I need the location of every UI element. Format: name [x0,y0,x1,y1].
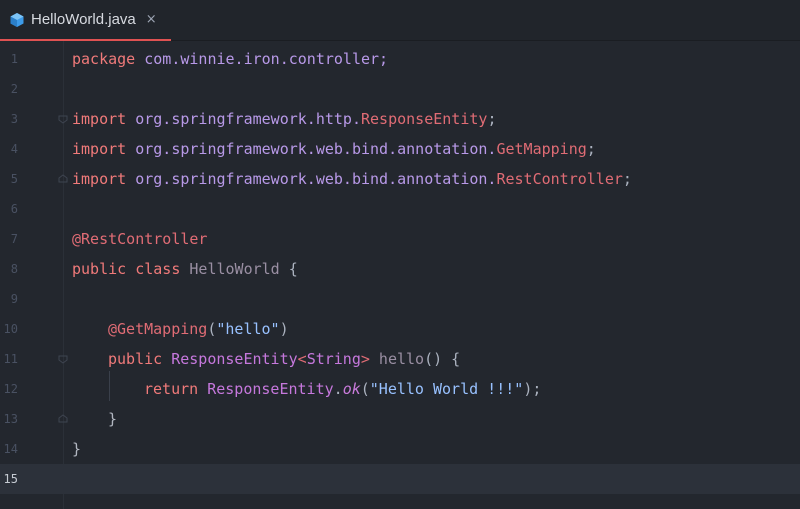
package-name: org.springframework.http. [126,110,361,128]
punctuation: > [360,350,370,368]
class-name: GetMapping [496,140,587,158]
fold-marker-icon[interactable] [57,413,69,425]
annotation: @GetMapping [108,320,208,338]
line-number: 8 [10,262,18,276]
line-number: 11 [3,352,18,366]
line-number: 5 [10,172,18,186]
punctuation: ; [586,140,596,158]
code-line: 2 [0,74,800,104]
code-line: 4 import org.springframework.web.bind.an… [0,134,800,164]
string-literal: "hello" [216,320,280,338]
punctuation: ); [523,380,542,398]
code-text: public class HelloWorld { [72,254,298,284]
code-text: return ResponseEntity.ok("Hello World !!… [144,374,541,404]
code-line: 11 public ResponseEntity<String> hello()… [0,344,800,374]
line-number: 3 [10,112,18,126]
type-name: String [306,350,361,368]
code-editor[interactable]: 1 package com.winnie.iron.controller; 2 … [0,41,800,509]
keyword: package [72,50,136,68]
code-text: import org.springframework.web.bind.anno… [72,134,596,164]
code-line: 8 public class HelloWorld { [0,254,800,284]
code-text: import org.springframework.http.Response… [72,104,496,134]
line-number: 15 [3,472,18,486]
line-number: 4 [10,142,18,156]
keyword: public [72,260,127,278]
code-line: 1 package com.winnie.iron.controller; [0,44,800,74]
code-line: 12 return ResponseEntity.ok("Hello World… [0,374,800,404]
keyword: class [126,260,181,278]
line-number: 14 [3,442,18,456]
fold-marker-icon[interactable] [57,353,69,365]
code-text: import org.springframework.web.bind.anno… [72,164,632,194]
line-number: 10 [3,322,18,336]
line-number: 13 [3,412,18,426]
code-text: } [72,434,81,464]
line-number: 6 [10,202,18,216]
string-literal: "Hello World !!!" [369,380,524,398]
editor-tab-bar: HelloWorld.java × [0,0,800,41]
fold-marker-icon[interactable] [57,113,69,125]
package-name: org.springframework.web.bind.annotation. [126,170,497,188]
code-line: 10 @GetMapping("hello") [0,314,800,344]
close-icon[interactable]: × [146,12,157,27]
tab-filename: HelloWorld.java [31,11,136,28]
closing-brace: } [108,410,118,428]
code-line: 5 import org.springframework.web.bind.an… [0,164,800,194]
annotation: @RestController [72,230,208,248]
current-line[interactable]: 15 [0,464,800,494]
type-name: ResponseEntity [162,350,298,368]
keyword: import [72,170,127,188]
class-name: RestController [496,170,623,188]
method-name: hello [369,350,425,368]
code-text: public ResponseEntity<String> hello() { [108,344,460,374]
package-name: com.winnie.iron.controller; [135,50,389,68]
class-name: HelloWorld [180,260,280,278]
punctuation: () { [424,350,461,368]
keyword: import [72,110,127,128]
tab-helloworld-java[interactable]: HelloWorld.java × [0,0,171,41]
punctuation: < [297,350,307,368]
code-line: 14 } [0,434,800,464]
punctuation: ; [622,170,632,188]
line-number: 1 [10,52,18,66]
code-text: package com.winnie.iron.controller; [72,44,388,74]
punctuation: { [279,260,298,278]
code-line: 3 import org.springframework.http.Respon… [0,104,800,134]
punctuation: ; [487,110,497,128]
line-number: 12 [3,382,18,396]
code-line: 7 @RestController [0,224,800,254]
punctuation: . [333,380,343,398]
punctuation: ( [360,380,370,398]
java-class-icon [10,12,24,27]
code-line: 13 } [0,404,800,434]
method-call: ok [342,380,361,398]
code-text: @GetMapping("hello") [108,314,289,344]
punctuation: ) [279,320,289,338]
line-number: 9 [10,292,18,306]
package-name: org.springframework.web.bind.annotation. [126,140,497,158]
code-text: } [108,404,117,434]
code-line: 9 [0,284,800,314]
class-name: ResponseEntity [361,110,488,128]
code-text: @RestController [72,224,207,254]
line-number: 7 [10,232,18,246]
line-number: 2 [10,82,18,96]
code-line: 6 [0,194,800,224]
keyword: import [72,140,127,158]
fold-marker-icon[interactable] [57,173,69,185]
keyword: public [108,350,163,368]
closing-brace: } [72,440,82,458]
keyword: return [144,380,199,398]
type-name: ResponseEntity [198,380,334,398]
